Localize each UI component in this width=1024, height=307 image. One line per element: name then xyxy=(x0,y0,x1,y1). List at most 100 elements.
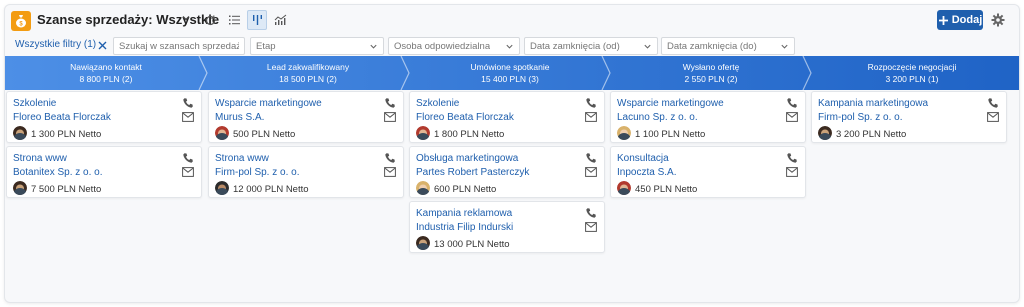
stage-header[interactable]: Wysłano ofertę 2 550 PLN (2) xyxy=(610,56,812,90)
chart-view-icon[interactable] xyxy=(270,10,290,30)
opportunity-title[interactable]: Szkolenie xyxy=(416,98,459,109)
mail-icon[interactable] xyxy=(585,112,597,122)
kanban-view-icon[interactable] xyxy=(247,10,267,30)
opportunity-card[interactable]: Strona www Botanitex Sp. z o. o. 7 500 PLN… xyxy=(6,146,202,198)
mail-icon[interactable] xyxy=(987,112,999,122)
opportunity-card[interactable]: Strona www Firm-pol Sp. z o. o. 12 000 PLN… xyxy=(208,146,404,198)
opportunity-title[interactable]: Szkolenie xyxy=(13,98,56,109)
phone-icon[interactable] xyxy=(786,152,798,164)
phone-icon[interactable] xyxy=(182,152,194,164)
avatar[interactable] xyxy=(818,126,832,140)
stage-select[interactable]: Etap xyxy=(250,37,384,55)
opportunity-card[interactable]: Wsparcie marketingowe Lacuno Sp. z o. o. 1… xyxy=(610,91,806,143)
stage-name: Nawiązano kontakt xyxy=(70,62,142,72)
avatar[interactable] xyxy=(617,126,631,140)
opportunity-card[interactable]: Szkolenie Floreo Beata Florczak 1 300 PLN … xyxy=(6,91,202,143)
owner-select[interactable]: Osoba odpowiedzialna xyxy=(388,37,520,55)
all-filters-link[interactable]: Wszystkie filtry (1) xyxy=(15,39,96,50)
phone-icon[interactable] xyxy=(182,97,194,109)
opportunity-title[interactable]: Wsparcie marketingowe xyxy=(617,98,724,109)
company-link[interactable]: Firm-pol Sp. z o. o. xyxy=(818,112,902,123)
stage-summary: 18 500 PLN (2) xyxy=(279,74,337,84)
stage-header[interactable]: Lead zakwalifikowany 18 500 PLN (2) xyxy=(207,56,409,90)
company-link[interactable]: Firm-pol Sp. z o. o. xyxy=(215,167,299,178)
stage-summary: 2 550 PLN (2) xyxy=(684,74,738,84)
phone-icon[interactable] xyxy=(384,97,396,109)
company-link[interactable]: Inpoczta S.A. xyxy=(617,167,676,178)
opportunity-card[interactable]: Kampania reklamowa Industria Filip Indurs… xyxy=(409,201,605,253)
phone-icon[interactable] xyxy=(585,207,597,219)
opportunity-amount: 12 000 PLN Netto xyxy=(233,184,309,195)
phone-icon[interactable] xyxy=(786,97,798,109)
avatar[interactable] xyxy=(13,181,27,195)
opportunity-title[interactable]: Wsparcie marketingowe xyxy=(215,98,322,109)
opportunity-amount: 13 000 PLN Netto xyxy=(434,239,510,250)
stage-placeholder: Etap xyxy=(256,40,276,52)
company-link[interactable]: Botanitex Sp. z o. o. xyxy=(13,167,103,178)
search-input[interactable]: Szukaj w szansach sprzedaży xyxy=(113,37,245,55)
refresh-icon[interactable] xyxy=(200,10,220,30)
company-link[interactable]: Lacuno Sp. z o. o. xyxy=(617,112,698,123)
opportunity-card[interactable]: Szkolenie Floreo Beata Florczak 1 800 PLN … xyxy=(409,91,605,143)
mail-icon[interactable] xyxy=(384,112,396,122)
close-date-from-select[interactable]: Data zamknięcia (od) xyxy=(524,37,658,55)
filter-bar: Wszystkie filtry (1) Szukaj w szansach s… xyxy=(5,35,1019,57)
avatar[interactable] xyxy=(215,181,229,195)
phone-icon[interactable] xyxy=(585,152,597,164)
opportunity-card[interactable]: Obsługa marketingowa Partes Robert Paster… xyxy=(409,146,605,198)
phone-icon[interactable] xyxy=(987,97,999,109)
stage-header[interactable]: Umówione spotkanie 15 400 PLN (3) xyxy=(409,56,611,90)
opportunity-card[interactable]: Konsultacja Inpoczta S.A. 450 PLN Netto xyxy=(610,146,806,198)
avatar[interactable] xyxy=(617,181,631,195)
stage-name: Lead zakwalifikowany xyxy=(266,62,350,72)
opportunity-card[interactable]: Wsparcie marketingowe Murus S.A. 500 PLN N… xyxy=(208,91,404,143)
avatar[interactable] xyxy=(416,126,430,140)
stage-summary: 8 800 PLN (2) xyxy=(79,74,133,84)
chevron-down-icon xyxy=(781,44,788,49)
opportunity-title[interactable]: Kampania reklamowa xyxy=(416,208,512,219)
money-bag-icon: $ xyxy=(11,11,31,31)
mail-icon[interactable] xyxy=(182,112,194,122)
mail-icon[interactable] xyxy=(585,222,597,232)
opportunity-title[interactable]: Obsługa marketingowa xyxy=(416,153,518,164)
mail-icon[interactable] xyxy=(182,167,194,177)
company-link[interactable]: Industria Filip Indurski xyxy=(416,222,513,233)
chevron-down-icon[interactable] xyxy=(181,13,191,23)
opportunity-title[interactable]: Strona www xyxy=(13,153,67,164)
company-link[interactable]: Floreo Beata Florczak xyxy=(13,112,111,123)
add-button[interactable]: Dodaj xyxy=(937,10,983,30)
phone-icon[interactable] xyxy=(585,97,597,109)
company-link[interactable]: Floreo Beata Florczak xyxy=(416,112,514,123)
chevron-down-icon xyxy=(644,44,651,49)
avatar[interactable] xyxy=(13,126,27,140)
page-title[interactable]: Szanse sprzedaży: Wszystkie xyxy=(37,12,219,27)
stage-header[interactable]: Nawiązano kontakt 8 800 PLN (2) xyxy=(5,56,207,90)
list-view-icon[interactable] xyxy=(224,10,244,30)
opportunity-title[interactable]: Strona www xyxy=(215,153,269,164)
mail-icon[interactable] xyxy=(384,167,396,177)
mail-icon[interactable] xyxy=(786,167,798,177)
toolbar: $ Szanse sprzedaży: Wszystkie Dodaj xyxy=(5,5,1019,35)
close-icon[interactable] xyxy=(95,38,109,52)
chevron-down-icon xyxy=(506,44,513,49)
opportunity-amount: 600 PLN Netto xyxy=(434,184,497,195)
stage-header[interactable]: Rozpoczęcie negocjacji 3 200 PLN (1) xyxy=(811,56,1013,90)
avatar[interactable] xyxy=(215,126,229,140)
close-date-to-select[interactable]: Data zamknięcia (do) xyxy=(661,37,795,55)
avatar[interactable] xyxy=(416,236,430,250)
add-button-label: Dodaj xyxy=(951,14,983,26)
plus-icon xyxy=(938,15,948,25)
company-link[interactable]: Murus S.A. xyxy=(215,112,264,123)
company-link[interactable]: Partes Robert Pasterczyk xyxy=(416,167,529,178)
phone-icon[interactable] xyxy=(384,152,396,164)
avatar[interactable] xyxy=(416,181,430,195)
stage-name: Rozpoczęcie negocjacji xyxy=(867,62,957,72)
opportunity-amount: 500 PLN Netto xyxy=(233,129,296,140)
opportunity-title[interactable]: Konsultacja xyxy=(617,153,669,164)
opportunity-title[interactable]: Kampania marketingowa xyxy=(818,98,928,109)
mail-icon[interactable] xyxy=(786,112,798,122)
mail-icon[interactable] xyxy=(585,167,597,177)
opportunity-card[interactable]: Kampania marketingowa Firm-pol Sp. z o. o… xyxy=(811,91,1007,143)
gear-icon[interactable] xyxy=(989,11,1007,29)
opportunity-amount: 450 PLN Netto xyxy=(635,184,698,195)
